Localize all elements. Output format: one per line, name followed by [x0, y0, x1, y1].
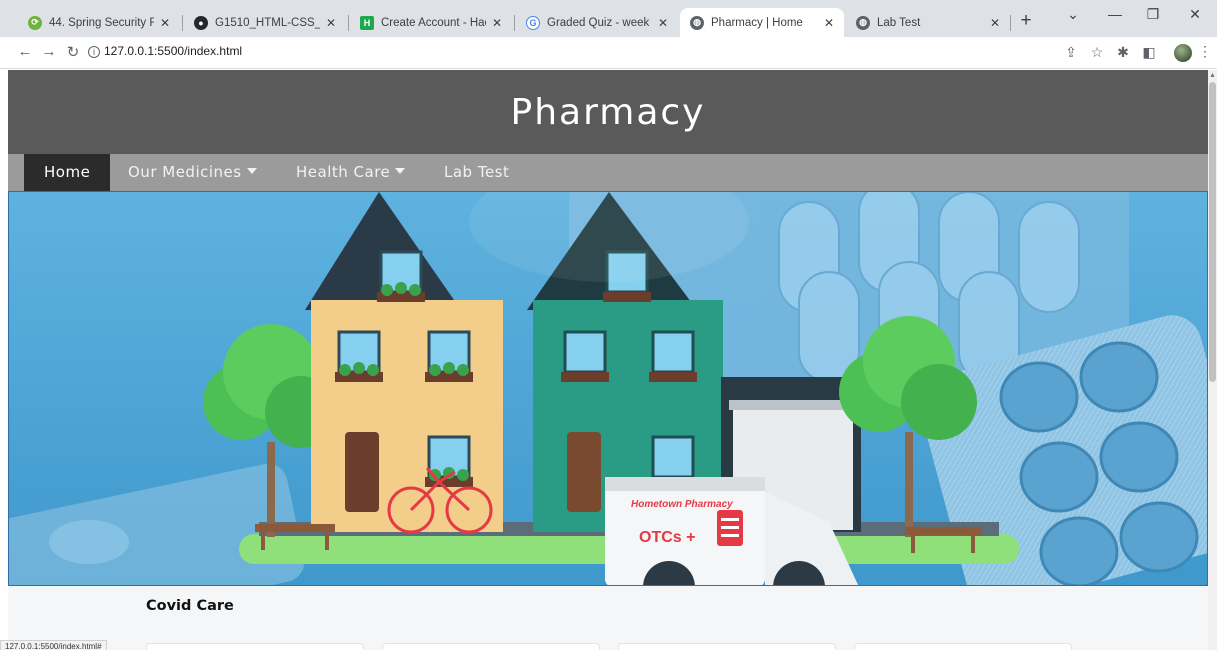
- tab-separator: [1010, 15, 1011, 31]
- close-tab-icon[interactable]: ✕: [988, 16, 1002, 30]
- github-favicon-icon: ●: [194, 15, 208, 30]
- nav-label: Health Care: [296, 163, 391, 181]
- hackerrank-favicon-icon: H: [360, 15, 374, 30]
- product-card[interactable]: [146, 643, 364, 650]
- address-bar[interactable]: 127.0.0.1:5500/index.html: [104, 44, 242, 58]
- close-tab-icon[interactable]: ✕: [656, 16, 670, 30]
- nav-home[interactable]: Home: [24, 154, 111, 191]
- bookmark-star-icon[interactable]: ☆: [1088, 44, 1106, 61]
- site-navbar: Home Our Medicines Health Care Lab Test: [8, 154, 1208, 191]
- close-tab-icon[interactable]: ✕: [158, 16, 172, 30]
- product-card[interactable]: [382, 643, 600, 650]
- globe-favicon-icon: ◍: [856, 15, 870, 30]
- nav-our-medicines[interactable]: Our Medicines: [108, 154, 277, 191]
- side-panel-icon[interactable]: ◧: [1140, 44, 1158, 61]
- site-title: Pharmacy: [510, 91, 706, 133]
- van-sign-text: Hometown Pharmacy: [631, 499, 733, 510]
- back-arrow-icon[interactable]: ←: [16, 43, 34, 60]
- restore-button[interactable]: ❐: [1138, 6, 1168, 23]
- new-tab-button[interactable]: +: [1014, 10, 1038, 32]
- globe-favicon-icon: ◍: [690, 15, 704, 30]
- scrollbar-thumb[interactable]: [1209, 82, 1216, 382]
- caret-down-icon: [246, 168, 257, 174]
- browser-tab-strip: ⟳ 44. Spring Security FAQ ✕ ● G1510_HTML…: [0, 0, 1217, 37]
- status-bar-url: 127.0.0.1:5500/index.html#: [0, 640, 107, 650]
- tab-title: Lab Test: [877, 16, 921, 29]
- spring-favicon-icon: ⟳: [28, 15, 42, 30]
- share-icon[interactable]: ⇪: [1062, 44, 1080, 61]
- reload-icon[interactable]: ↻: [64, 43, 82, 61]
- van-label-text: OTCs +: [639, 529, 695, 546]
- minimize-button[interactable]: —: [1100, 6, 1130, 22]
- scroll-up-arrow-icon[interactable]: ▲: [1209, 72, 1216, 79]
- browser-tab[interactable]: G Graded Quiz - week 4 - (Ja ✕: [516, 8, 678, 37]
- close-tab-icon[interactable]: ✕: [324, 16, 338, 30]
- hero-banner: Hometown Pharmacy OTCs +: [8, 191, 1208, 586]
- more-menu-icon[interactable]: ⋮: [1198, 43, 1212, 60]
- page-viewport: Pharmacy Home Our Medicines Health Care …: [8, 70, 1208, 650]
- browser-tab[interactable]: ◍ Lab Test ✕: [846, 8, 1010, 37]
- google-favicon-icon: G: [526, 15, 540, 30]
- browser-tab[interactable]: ⟳ 44. Spring Security FAQ ✕: [18, 8, 180, 37]
- forward-arrow-icon[interactable]: →: [40, 43, 58, 60]
- browser-tab[interactable]: H Create Account - HackerRa ✕: [350, 8, 512, 37]
- extensions-puzzle-icon[interactable]: ✱: [1114, 44, 1132, 61]
- site-info-icon[interactable]: i: [88, 46, 100, 58]
- browser-toolbar: ← → ↻ i 127.0.0.1:5500/index.html ⇪ ☆ ✱ …: [0, 37, 1217, 69]
- close-window-button[interactable]: ✕: [1180, 6, 1210, 23]
- tab-search-chevron-icon[interactable]: ⌄: [1058, 6, 1088, 23]
- tab-title: Pharmacy | Home: [711, 16, 803, 29]
- browser-tab-active[interactable]: ◍ Pharmacy | Home ✕: [680, 8, 844, 37]
- tab-separator: [514, 15, 515, 31]
- close-tab-icon[interactable]: ✕: [490, 16, 504, 30]
- nav-label: Our Medicines: [128, 163, 242, 181]
- nav-lab-test[interactable]: Lab Test: [424, 154, 529, 191]
- page-scrollbar[interactable]: ▲: [1208, 70, 1217, 650]
- nav-label: Home: [44, 163, 91, 181]
- covid-care-heading: Covid Care: [146, 598, 234, 614]
- tab-title: G1510_HTML-CSS_Graded: [215, 16, 320, 29]
- tab-separator: [182, 15, 183, 31]
- nav-health-care[interactable]: Health Care: [276, 154, 425, 191]
- tab-title: Graded Quiz - week 4 - (Ja: [547, 16, 652, 29]
- product-card[interactable]: [618, 643, 836, 650]
- product-card[interactable]: [854, 643, 1072, 650]
- tab-title: 44. Spring Security FAQ: [49, 16, 154, 29]
- browser-tab[interactable]: ● G1510_HTML-CSS_Graded ✕: [184, 8, 346, 37]
- profile-avatar[interactable]: [1174, 44, 1192, 62]
- close-tab-icon[interactable]: ✕: [822, 16, 836, 30]
- hero-illustration: Hometown Pharmacy OTCs +: [9, 192, 1207, 585]
- caret-down-icon: [395, 168, 406, 174]
- site-header: Pharmacy: [8, 70, 1208, 154]
- tab-separator: [348, 15, 349, 31]
- tab-title: Create Account - HackerRa: [381, 16, 486, 29]
- nav-label: Lab Test: [444, 163, 510, 181]
